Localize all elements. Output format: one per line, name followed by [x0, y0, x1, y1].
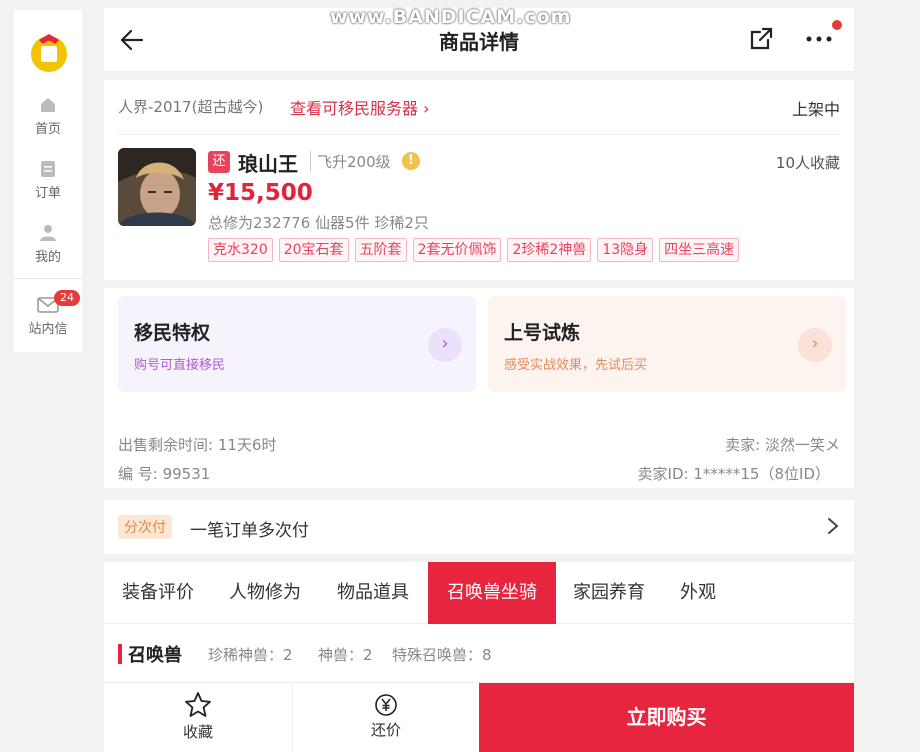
serial-number: 编 号: 99531: [118, 465, 211, 483]
yen-coin-icon: [375, 694, 397, 716]
user-icon: [40, 225, 56, 241]
star-icon: [185, 692, 211, 717]
sidebar-item-home[interactable]: 首页: [14, 96, 82, 137]
unread-badge: 24: [54, 290, 80, 306]
privilege-card: 移民特权 购号可直接移民 › 上号试炼 感受实战效果，先试后买 › 出售剩余时间…: [104, 288, 854, 488]
main-panel: 商品详情 人界-2017(超古越今) 查看可移民服务器 › 上架中 还 琅山王 …: [104, 8, 854, 752]
installment-row[interactable]: 分次付 一笔订单多次付: [104, 500, 854, 554]
chevron-right-icon[interactable]: ›: [428, 328, 462, 362]
bargain-tag: 还: [208, 151, 230, 173]
rare-pet-count: 珍稀神兽：2: [208, 646, 293, 664]
detail-tabs: 装备评价 人物修为 物品道具 召唤兽坐骑 家园养育 外观: [104, 562, 854, 624]
tab-cultivation[interactable]: 人物修为: [212, 562, 318, 624]
gift-logo-icon[interactable]: [29, 28, 69, 74]
remaining-time: 出售剩余时间: 11天6时: [118, 436, 277, 454]
feature-tag: 2珍稀2神兽: [507, 238, 592, 262]
character-name: 琅山王: [238, 152, 298, 176]
server-name: 人界-2017(超古越今): [118, 98, 264, 116]
feature-tag: 13隐身: [597, 238, 654, 262]
section-accent-bar: [118, 644, 122, 664]
chevron-right-icon[interactable]: ›: [798, 328, 832, 362]
installment-text: 一笔订单多次付: [190, 521, 309, 541]
seller-name: 卖家: 淡然一笑メ: [725, 436, 840, 454]
side-nav: 首页 订单 我的 24 站内信: [14, 10, 82, 352]
share-icon[interactable]: [748, 26, 774, 52]
divider: [14, 278, 82, 279]
panel-subtitle: 购号可直接移民: [134, 358, 226, 373]
migratable-servers-link[interactable]: 查看可移民服务器 ›: [290, 95, 430, 119]
feature-tag: 20宝石套: [278, 238, 349, 262]
sidebar-item-orders[interactable]: 订单: [14, 160, 82, 201]
price: ¥15,500: [208, 180, 313, 206]
favorite-button[interactable]: 收藏: [104, 683, 292, 752]
tab-items[interactable]: 物品道具: [318, 562, 428, 624]
more-icon[interactable]: [804, 32, 834, 46]
character-avatar[interactable]: [118, 148, 196, 226]
divider: [118, 134, 840, 135]
buy-now-button[interactable]: 立即购买: [479, 683, 854, 752]
tab-appearance[interactable]: 外观: [662, 562, 734, 624]
sidebar-item-label: 我的: [34, 250, 61, 265]
tab-equipment[interactable]: 装备评价: [104, 562, 212, 624]
character-summary: 总修为232776 仙器5件 珍稀2只: [208, 214, 429, 232]
order-icon: [41, 161, 55, 177]
chevron-right-icon: [828, 518, 839, 534]
installment-tag: 分次付: [118, 515, 172, 539]
status-badge: 上架中: [791, 100, 840, 119]
chevron-right-icon: ›: [423, 99, 430, 118]
page-title: 商品详情: [439, 30, 519, 54]
feature-tags: 克水320 20宝石套 五阶套 2套无价佩饰 2珍稀2神兽 13隐身 四坐三高速: [208, 238, 740, 262]
favorite-count: 10人收藏: [775, 154, 840, 172]
sidebar-item-label: 站内信: [28, 322, 68, 337]
trial-panel[interactable]: 上号试炼 感受实战效果，先试后买 ›: [488, 296, 846, 392]
sidebar-item-label: 首页: [34, 122, 61, 137]
feature-tag: 2套无价佩饰: [412, 238, 502, 262]
home-icon: [41, 98, 55, 112]
product-card: 人界-2017(超古越今) 查看可移民服务器 › 上架中 还 琅山王 飞升200…: [104, 80, 854, 280]
feature-tag: 四坐三高速: [659, 238, 740, 262]
feature-tag: 五阶套: [354, 238, 407, 262]
section-title: 召唤兽: [128, 645, 182, 666]
recorder-watermark: www.BANDICAM.com: [330, 6, 572, 28]
tab-pets-mounts[interactable]: 召唤兽坐骑: [428, 562, 556, 624]
warning-icon[interactable]: !: [402, 152, 420, 170]
button-label: 收藏: [182, 723, 213, 741]
migrate-privilege-panel[interactable]: 移民特权 购号可直接移民 ›: [118, 296, 476, 392]
pets-section: 召唤兽 珍稀神兽：2 神兽：2 特殊召唤兽：8: [104, 624, 854, 684]
bargain-button[interactable]: 还价: [293, 683, 479, 752]
tab-homeland[interactable]: 家园养育: [556, 562, 662, 624]
panel-title: 上号试炼: [504, 322, 581, 344]
divine-pet-count: 神兽：2: [318, 646, 373, 664]
notification-dot: [832, 20, 842, 30]
seller-id: 卖家ID: 1*****15（8位ID）: [637, 465, 830, 483]
bottom-action-bar: 收藏 还价 立即购买: [104, 682, 854, 752]
panel-subtitle: 感受实战效果，先试后买: [504, 358, 648, 373]
feature-tag: 克水320: [208, 238, 273, 262]
sidebar-item-messages[interactable]: 24 站内信: [14, 290, 82, 337]
link-label: 查看可移民服务器: [290, 99, 419, 118]
character-level: 飞升200级: [310, 151, 391, 172]
button-label: 还价: [370, 721, 401, 739]
sidebar-item-label: 订单: [34, 186, 61, 201]
sidebar-item-mine[interactable]: 我的: [14, 224, 82, 265]
special-pet-count: 特殊召唤兽：8: [392, 646, 492, 664]
panel-title: 移民特权: [134, 322, 211, 344]
